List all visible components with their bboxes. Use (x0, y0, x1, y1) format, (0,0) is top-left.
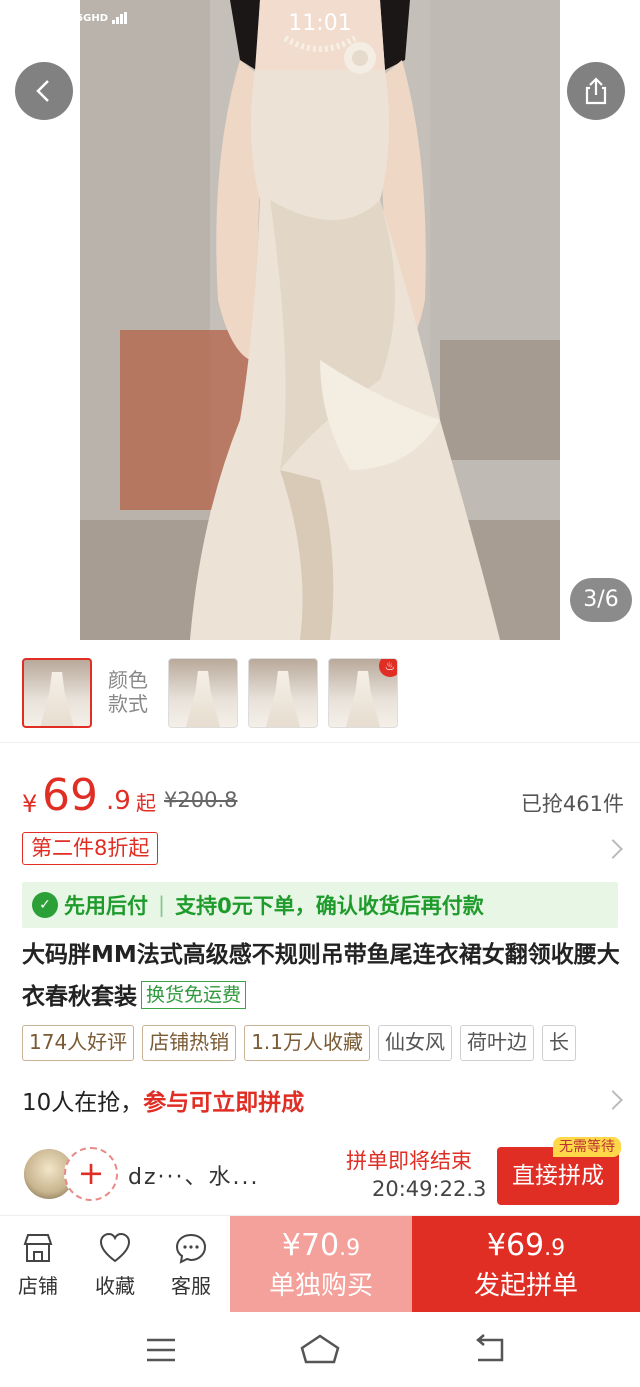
price-suffix: 起 (136, 791, 156, 815)
status-bar: 4G 5GHD 11:01 58 (0, 0, 640, 50)
menu-icon[interactable] (145, 1336, 177, 1364)
tag-list: 174人好评 店铺热销 1.1万人收藏 仙女风 荷叶边长 (22, 1025, 640, 1063)
shop-button[interactable]: 店铺 (3, 1232, 73, 1299)
group-buy-prompt[interactable]: 10人在抢，参与可立即拼成 (22, 1083, 632, 1119)
join-group-label: 直接拼成 (512, 1163, 604, 1189)
start-group-button[interactable]: ¥69.9 发起拼单 (412, 1216, 640, 1313)
dress-thumbnail-image (40, 672, 74, 726)
group-buy-row: + dz···、水... 拼单即将结束 20:49:22.3 直接拼成 无需等待 (0, 1135, 640, 1215)
chat-icon (175, 1233, 207, 1264)
heart-icon (99, 1232, 131, 1263)
dress-thumbnail-image (266, 671, 300, 727)
shop-icon (23, 1234, 53, 1262)
pay-later-title: 先用后付 (64, 894, 148, 918)
favorite-label: 收藏 (95, 1274, 135, 1298)
customer-service-button[interactable]: 客服 (156, 1232, 226, 1299)
join-group-button[interactable]: 直接拼成 无需等待 (497, 1137, 621, 1205)
discount-badge[interactable]: 第二件8折起 (22, 832, 159, 865)
favorite-button[interactable]: 收藏 (80, 1232, 150, 1299)
customer-service-label: 客服 (171, 1274, 211, 1298)
image-counter: 3/6 (570, 578, 632, 622)
product-title: 大码胖MM法式高级感不规则吊带鱼尾连衣裙女翻领收腰大衣春秋套装 换货免运费 (22, 934, 622, 1018)
group-countdown: 20:49:22.3 (372, 1177, 487, 1201)
join-plus-button[interactable]: + (64, 1147, 118, 1201)
color-label: 颜色 (108, 668, 148, 692)
buy-alone-label: 单独购买 (268, 1271, 373, 1301)
dress-thumbnail-image (186, 671, 220, 727)
pay-later-separator: | (158, 893, 166, 917)
buy-alone-price-int: ¥70 (281, 1228, 340, 1263)
variant-thumbnail[interactable] (248, 658, 318, 728)
variant-thumbnails: 颜色 款式 ♨ (0, 640, 640, 743)
price-currency: ¥ (22, 790, 38, 818)
home-icon[interactable] (298, 1332, 342, 1366)
buy-alone-price-dec: .9 (339, 1236, 361, 1261)
share-button[interactable] (567, 62, 625, 120)
share-icon (585, 77, 607, 105)
variant-thumbnail[interactable]: ♨ (328, 658, 398, 728)
grab-cta: 参与可立即拼成 (143, 1090, 305, 1116)
group-leader-name: dz···、水... (128, 1165, 260, 1190)
start-group-label: 发起拼单 (473, 1271, 578, 1301)
free-return-badge: 换货免运费 (141, 981, 247, 1009)
tag-shop-hot[interactable]: 店铺热销 (142, 1025, 237, 1061)
tag-style[interactable]: 仙女风 (378, 1025, 452, 1061)
buy-alone-button[interactable]: ¥70.9 单独购买 (230, 1216, 412, 1313)
tag-length[interactable]: 长 (542, 1025, 576, 1061)
original-price: ¥200.8 (164, 788, 238, 812)
tag-favorites[interactable]: 1.1万人收藏 (244, 1025, 370, 1061)
back-button[interactable] (15, 62, 73, 120)
bottom-action-bar: 店铺 收藏 客服 ¥70.9 单独购买 ¥69.9 发起拼单 (0, 1215, 640, 1313)
hot-icon: ♨ (379, 659, 397, 677)
start-group-price-dec: .9 (544, 1236, 566, 1261)
variant-thumbnail[interactable] (22, 658, 92, 728)
no-wait-badge: 无需等待 (553, 1137, 621, 1157)
dress-illustration (80, 0, 560, 640)
shop-label: 店铺 (18, 1274, 58, 1298)
sold-count: 已抢461件 (520, 792, 624, 816)
product-title-text: 大码胖MM法式高级感不规则吊带鱼尾连衣裙女翻领收腰大衣春秋套装 (22, 942, 620, 1010)
pay-later-icon: ✓ (32, 892, 58, 918)
group-ending-label: 拼单即将结束 (346, 1149, 472, 1173)
tag-ruffle[interactable]: 荷叶边 (460, 1025, 534, 1061)
pay-later-desc: 支持0元下单，确认收货后再付款 (175, 894, 484, 918)
status-time: 11:01 (288, 11, 352, 36)
battery-icon: 58 (570, 16, 604, 33)
product-gallery[interactable]: 4G 5GHD 11:01 58 3/6 (0, 0, 640, 640)
pay-later-banner[interactable]: ✓ 先用后付 | 支持0元下单，确认收货后再付款 (22, 882, 618, 928)
variant-thumbnail[interactable] (168, 658, 238, 728)
dress-thumbnail-image (346, 671, 380, 727)
price-decimal: .9 (106, 786, 131, 816)
start-group-price: ¥69.9 (412, 1228, 640, 1263)
chevron-right-icon[interactable] (603, 839, 623, 859)
style-label: 款式 (108, 692, 148, 716)
color-style-label[interactable]: 颜色 款式 (108, 668, 148, 716)
product-photo[interactable] (80, 0, 560, 640)
back-nav-icon[interactable] (472, 1334, 506, 1364)
grab-count: 10人在抢， (22, 1090, 144, 1116)
tag-reviews[interactable]: 174人好评 (22, 1025, 135, 1061)
price-integer: 69 (42, 770, 98, 821)
system-navigation-bar (0, 1312, 640, 1387)
price-row: ¥ 69 .9 起 ¥200.8 已抢461件 (22, 770, 632, 830)
chevron-left-icon (36, 80, 49, 102)
buy-alone-price: ¥70.9 (230, 1228, 412, 1263)
start-group-price-int: ¥69 (486, 1228, 545, 1263)
